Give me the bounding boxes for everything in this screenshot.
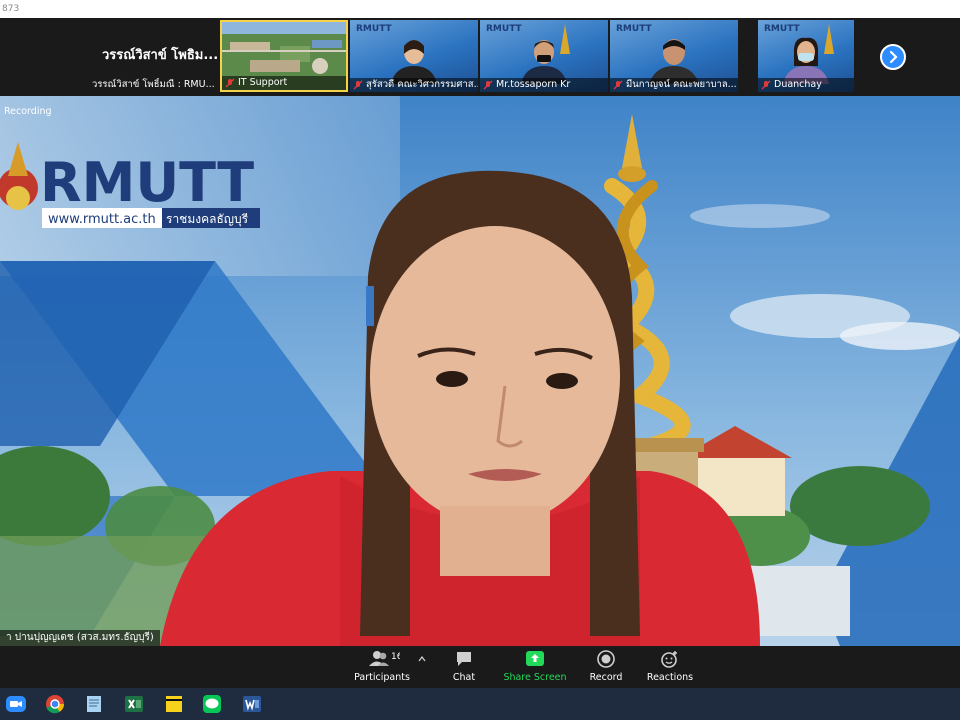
record-icon bbox=[597, 650, 615, 668]
participant-tile-it-support[interactable]: IT Support bbox=[220, 20, 348, 92]
notepad-icon[interactable] bbox=[84, 694, 104, 714]
word-icon[interactable] bbox=[242, 694, 262, 714]
os-taskbar bbox=[0, 688, 960, 720]
participant-tile-2[interactable]: RMUTT สุรัสวดี คณะวิศวกรรมศาส... bbox=[350, 20, 478, 92]
reactions-icon bbox=[661, 651, 677, 668]
participants-icon: 16 bbox=[369, 651, 400, 666]
chevron-right-icon bbox=[889, 50, 898, 64]
participant-video-person bbox=[783, 37, 829, 84]
chat-label: Chat bbox=[452, 672, 476, 683]
window-titlebar: 873 bbox=[0, 0, 960, 18]
window-title: 873 bbox=[2, 4, 20, 14]
tile-logo: RMUTT bbox=[616, 24, 652, 34]
participant-name-label: Duanchay bbox=[758, 78, 854, 92]
chat-button[interactable]: Chat bbox=[424, 650, 504, 686]
participant-video-person bbox=[391, 40, 437, 84]
participant-display-name: วรรณ์วิสาข์ โพธิม... bbox=[102, 48, 219, 63]
participant-video-person bbox=[649, 39, 699, 84]
chat-icon bbox=[457, 652, 471, 666]
participant-tile-3[interactable]: RMUTT Mr.tossaporn Kr bbox=[480, 20, 608, 92]
participant-tile-5[interactable]: RMUTT Duanchay bbox=[758, 20, 854, 92]
next-participants-button[interactable] bbox=[880, 44, 906, 70]
mic-muted-icon bbox=[353, 80, 363, 90]
participant-name-label: วรรณ์วิสาข์ โพธิ์มณี : RMU... bbox=[92, 79, 215, 90]
background-url-text: www.rmutt.ac.th bbox=[48, 212, 156, 227]
mic-muted-icon bbox=[225, 78, 235, 88]
participants-count: 16 bbox=[391, 652, 400, 662]
tile-logo: RMUTT bbox=[764, 24, 800, 34]
participant-name-label: สุรัสวดี คณะวิศวกรรมศาส... bbox=[350, 78, 478, 92]
line-icon[interactable] bbox=[202, 694, 222, 714]
participant-tile-4[interactable]: RMUTT มีนกาญจน์ คณะพยาบาล... bbox=[610, 20, 738, 92]
sticky-notes-icon[interactable] bbox=[164, 694, 184, 714]
background-tagline-text: ราชมงคลธัญบุรี bbox=[166, 212, 249, 227]
zoom-icon[interactable] bbox=[6, 694, 26, 714]
share-screen-icon bbox=[526, 651, 544, 666]
meeting-toolbar: 16 Participants Chat Share Screen Record… bbox=[0, 646, 960, 688]
participant-tile-first[interactable]: วรรณ์วิสาข์ โพธิม... วรรณ์วิสาข์ โพธิ์มณ… bbox=[88, 20, 218, 92]
reactions-button[interactable]: Reactions bbox=[630, 650, 710, 686]
virtual-background-scene: RMUTT www.rmutt.ac.th ราชมงคลธัญบุรี bbox=[0, 96, 960, 646]
excel-icon[interactable] bbox=[124, 694, 144, 714]
reactions-label: Reactions bbox=[646, 672, 694, 683]
tile-logo: RMUTT bbox=[486, 24, 522, 34]
participant-strip: วรรณ์วิสาข์ โพธิม... วรรณ์วิสาข์ โพธิ์มณ… bbox=[0, 18, 960, 96]
participant-name-label: Mr.tossaporn Kr bbox=[480, 78, 608, 92]
participant-video-person bbox=[521, 40, 567, 84]
tile-logo: RMUTT bbox=[356, 24, 392, 34]
active-speaker-video: RMUTT www.rmutt.ac.th ราชมงคลธัญบุรี Rec… bbox=[0, 96, 960, 646]
share-screen-button[interactable]: Share Screen bbox=[494, 650, 576, 686]
share-screen-label: Share Screen bbox=[503, 672, 567, 683]
recording-indicator: Recording bbox=[4, 106, 52, 117]
participants-button[interactable]: 16 Participants bbox=[342, 650, 422, 686]
chrome-icon[interactable] bbox=[45, 694, 65, 714]
participant-name-label: มีนกาญจน์ คณะพยาบาล... bbox=[610, 78, 738, 92]
background-logo-text: RMUTT bbox=[40, 151, 254, 214]
participants-label: Participants bbox=[354, 672, 410, 683]
mic-muted-icon bbox=[613, 80, 623, 90]
participant-name-label: IT Support bbox=[222, 76, 346, 90]
mic-muted-icon bbox=[761, 80, 771, 90]
active-speaker-name-label: า ปานปุญญเดช (สวส.มทร.ธัญบุรี) bbox=[0, 630, 160, 646]
mic-muted-icon bbox=[483, 80, 493, 90]
